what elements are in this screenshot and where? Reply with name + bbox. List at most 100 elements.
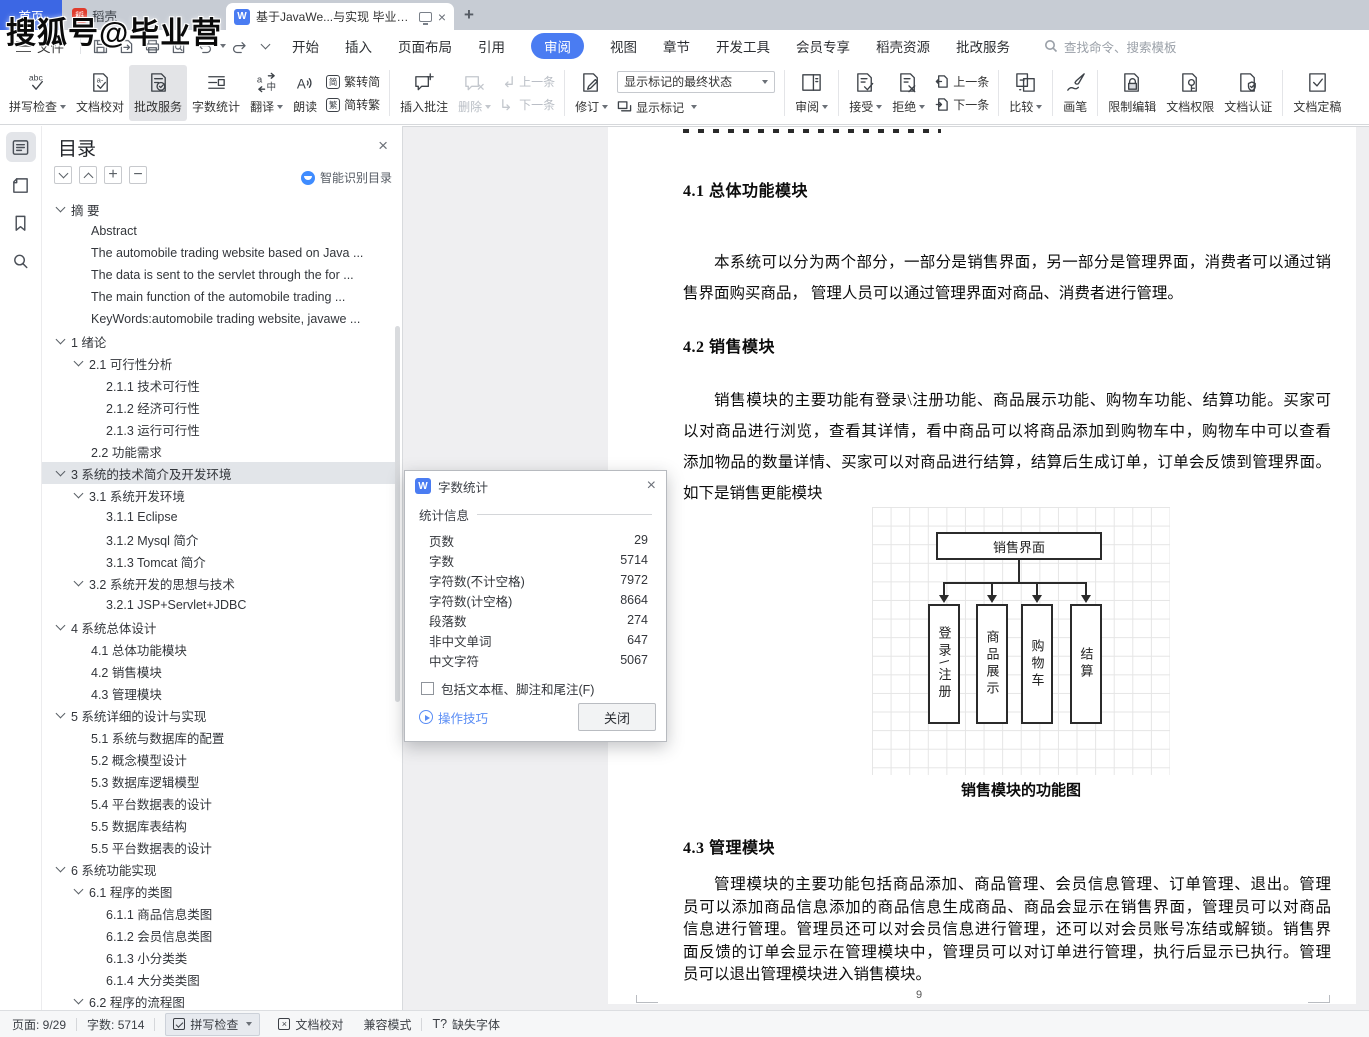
close-panel-icon[interactable]: × bbox=[378, 136, 388, 156]
smart-recognize-button[interactable]: 智能识别目录 bbox=[301, 169, 392, 186]
new-tab-button[interactable]: + bbox=[464, 5, 474, 25]
outline-item[interactable]: 5.2 概念模型设计 bbox=[42, 748, 396, 770]
collapse-all-button[interactable] bbox=[79, 166, 97, 184]
bookmark-panel-button[interactable] bbox=[6, 208, 36, 238]
outline-item[interactable]: 6.1.4 大分类类图 bbox=[42, 968, 396, 990]
correction-service-button[interactable]: 批改服务 bbox=[129, 65, 187, 121]
outline-item[interactable]: Abstract bbox=[42, 220, 396, 242]
outline-item[interactable]: 3.1 系统开发环境 bbox=[42, 484, 396, 506]
document-page[interactable]: 4.1 总体功能模块 本系统可以分为两个部分，一部分是销售界面，另一部分是管理界… bbox=[608, 127, 1356, 1004]
compat-mode-indicator[interactable]: 兼容模式 bbox=[363, 1016, 411, 1033]
include-footnotes-checkbox[interactable]: 包括文本框、脚注和尾注(F) bbox=[421, 679, 666, 698]
tab-member[interactable]: 会员专享 bbox=[796, 36, 850, 56]
outline-item[interactable]: 2.1.3 运行可行性 bbox=[42, 418, 396, 440]
reject-button[interactable]: 拒绝 bbox=[887, 65, 930, 121]
outline-item[interactable]: 摘 要 bbox=[42, 198, 396, 220]
translate-button[interactable]: a中 翻译 bbox=[245, 65, 288, 121]
outline-item[interactable]: 5.5 平台数据表的设计 bbox=[42, 836, 396, 858]
outline-panel-button[interactable] bbox=[6, 132, 36, 162]
outline-item[interactable]: 4.3 管理模块 bbox=[42, 682, 396, 704]
accept-button[interactable]: 接受 bbox=[844, 65, 887, 121]
tab-references[interactable]: 引用 bbox=[478, 36, 505, 56]
print-preview-button[interactable] bbox=[165, 34, 191, 58]
tab-view[interactable]: 视图 bbox=[610, 36, 637, 56]
tab-review[interactable]: 审阅 bbox=[531, 33, 584, 59]
restrict-edit-button[interactable]: 限制编辑 bbox=[1103, 65, 1161, 121]
review-panel-button[interactable] bbox=[6, 170, 36, 200]
collapse-level-button[interactable]: − bbox=[129, 166, 147, 184]
outline-item[interactable]: 6 系统功能实现 bbox=[42, 858, 396, 880]
outline-item[interactable]: 6.1.1 商品信息类图 bbox=[42, 902, 396, 924]
tab-dev-tools[interactable]: 开发工具 bbox=[716, 36, 770, 56]
next-change-button[interactable]: 下一条 bbox=[934, 96, 989, 113]
trad-to-simp-button[interactable]: 简繁转简 bbox=[326, 73, 380, 90]
outline-item[interactable]: KeyWords:automobile trading website, jav… bbox=[42, 308, 396, 330]
expand-all-button[interactable] bbox=[54, 166, 72, 184]
dialog-titlebar[interactable]: W 字数统计 × bbox=[405, 471, 666, 501]
scrollbar-thumb[interactable] bbox=[395, 326, 400, 702]
outline-item[interactable]: 4.2 销售模块 bbox=[42, 660, 396, 682]
outline-item[interactable]: 3.2.1 JSP+Servlet+JDBC bbox=[42, 594, 396, 616]
outline-item[interactable]: 5.1 系统与数据库的配置 bbox=[42, 726, 396, 748]
tab-docer-resources[interactable]: 稻壳资源 bbox=[876, 36, 930, 56]
missing-font-indicator[interactable]: T? 缺失字体 bbox=[432, 1016, 500, 1033]
outline-item[interactable]: 5.3 数据库逻辑模型 bbox=[42, 770, 396, 792]
outline-item[interactable]: 3.1.2 Mysql 简介 bbox=[42, 528, 396, 550]
undo-button[interactable] bbox=[191, 34, 217, 58]
outline-item[interactable]: 4.1 总体功能模块 bbox=[42, 638, 396, 660]
present-icon[interactable] bbox=[419, 12, 432, 22]
outline-item[interactable]: 1 绪论 bbox=[42, 330, 396, 352]
insert-comment-button[interactable]: 插入批注 bbox=[395, 65, 453, 121]
find-panel-button[interactable] bbox=[6, 246, 36, 276]
outline-item[interactable]: 6.2 程序的流程图 bbox=[42, 990, 396, 1010]
close-button[interactable]: 关闭 bbox=[578, 703, 656, 731]
proofread-button[interactable]: a- 文档校对 bbox=[71, 65, 129, 121]
tab-page-layout[interactable]: 页面布局 bbox=[398, 36, 452, 56]
file-menu-button[interactable]: 文件 bbox=[0, 36, 74, 56]
prev-change-button[interactable]: 上一条 bbox=[934, 73, 989, 90]
outline-item[interactable]: The automobile trading website based on … bbox=[42, 242, 396, 264]
tab-document[interactable]: W 基于JavaWe...与实现 毕业论文 × bbox=[226, 3, 454, 30]
spellcheck-button[interactable]: abc 拼写检查 bbox=[4, 65, 71, 121]
tab-store[interactable]: 稻 稻壳 bbox=[72, 0, 117, 30]
outline-item[interactable]: 6.1.2 会员信息类图 bbox=[42, 924, 396, 946]
pen-button[interactable]: 画笔 bbox=[1058, 65, 1092, 121]
expand-level-button[interactable]: + bbox=[104, 166, 122, 184]
compare-button[interactable]: 比较 bbox=[1004, 65, 1047, 121]
proofread-toggle[interactable]: × 文档校对 bbox=[278, 1016, 343, 1033]
outline-item[interactable]: 5.4 平台数据表的设计 bbox=[42, 792, 396, 814]
doc-finalize-button[interactable]: 文档定稿 bbox=[1288, 65, 1346, 121]
outline-item[interactable]: 5.5 数据库表结构 bbox=[42, 814, 396, 836]
outline-item[interactable]: 3.2 系统开发的思想与技术 bbox=[42, 572, 396, 594]
outline-item[interactable]: 2.2 功能需求 bbox=[42, 440, 396, 462]
word-count-button[interactable]: 字数统计 bbox=[187, 65, 245, 121]
doc-certify-button[interactable]: 文档认证 bbox=[1219, 65, 1277, 121]
outline-item[interactable]: 4 系统总体设计 bbox=[42, 616, 396, 638]
redo-button[interactable] bbox=[226, 34, 252, 58]
word-count-indicator[interactable]: 字数: 5714 bbox=[87, 1016, 144, 1033]
close-tab-icon[interactable]: × bbox=[438, 10, 446, 24]
outline-item[interactable]: 2.1 可行性分析 bbox=[42, 352, 396, 374]
doc-permission-button[interactable]: 文档权限 bbox=[1161, 65, 1219, 121]
read-aloud-button[interactable]: A 朗读 bbox=[288, 65, 322, 121]
outline-item[interactable]: 6.1.3 小分类类 bbox=[42, 946, 396, 968]
tips-link[interactable]: 操作技巧 bbox=[419, 708, 488, 727]
outline-item[interactable]: 5 系统详细的设计与实现 bbox=[42, 704, 396, 726]
review-pane-button[interactable]: 审阅 bbox=[790, 65, 833, 121]
outline-item[interactable]: 3.1.3 Tomcat 简介 bbox=[42, 550, 396, 572]
spellcheck-toggle[interactable]: 拼写检查 bbox=[165, 1013, 260, 1036]
simp-to-trad-button[interactable]: 繁简转繁 bbox=[326, 96, 380, 113]
outline-item[interactable]: 2.1.2 经济可行性 bbox=[42, 396, 396, 418]
outline-item[interactable]: 2.1.1 技术可行性 bbox=[42, 374, 396, 396]
tab-home-ribbon[interactable]: 开始 bbox=[292, 36, 319, 56]
print-button[interactable] bbox=[139, 34, 165, 58]
outline-item-selected[interactable]: 3 系统的技术简介及开发环境 bbox=[42, 462, 396, 484]
export-button[interactable] bbox=[113, 34, 139, 58]
page-indicator[interactable]: 页面: 9/29 bbox=[12, 1016, 66, 1033]
save-button[interactable] bbox=[87, 34, 113, 58]
more-commands-button[interactable] bbox=[252, 34, 278, 58]
tab-correction-service[interactable]: 批改服务 bbox=[956, 36, 1010, 56]
outline-item[interactable]: The main function of the automobile trad… bbox=[42, 286, 396, 308]
tab-insert[interactable]: 插入 bbox=[345, 36, 372, 56]
outline-item[interactable]: The data is sent to the servlet through … bbox=[42, 264, 396, 286]
